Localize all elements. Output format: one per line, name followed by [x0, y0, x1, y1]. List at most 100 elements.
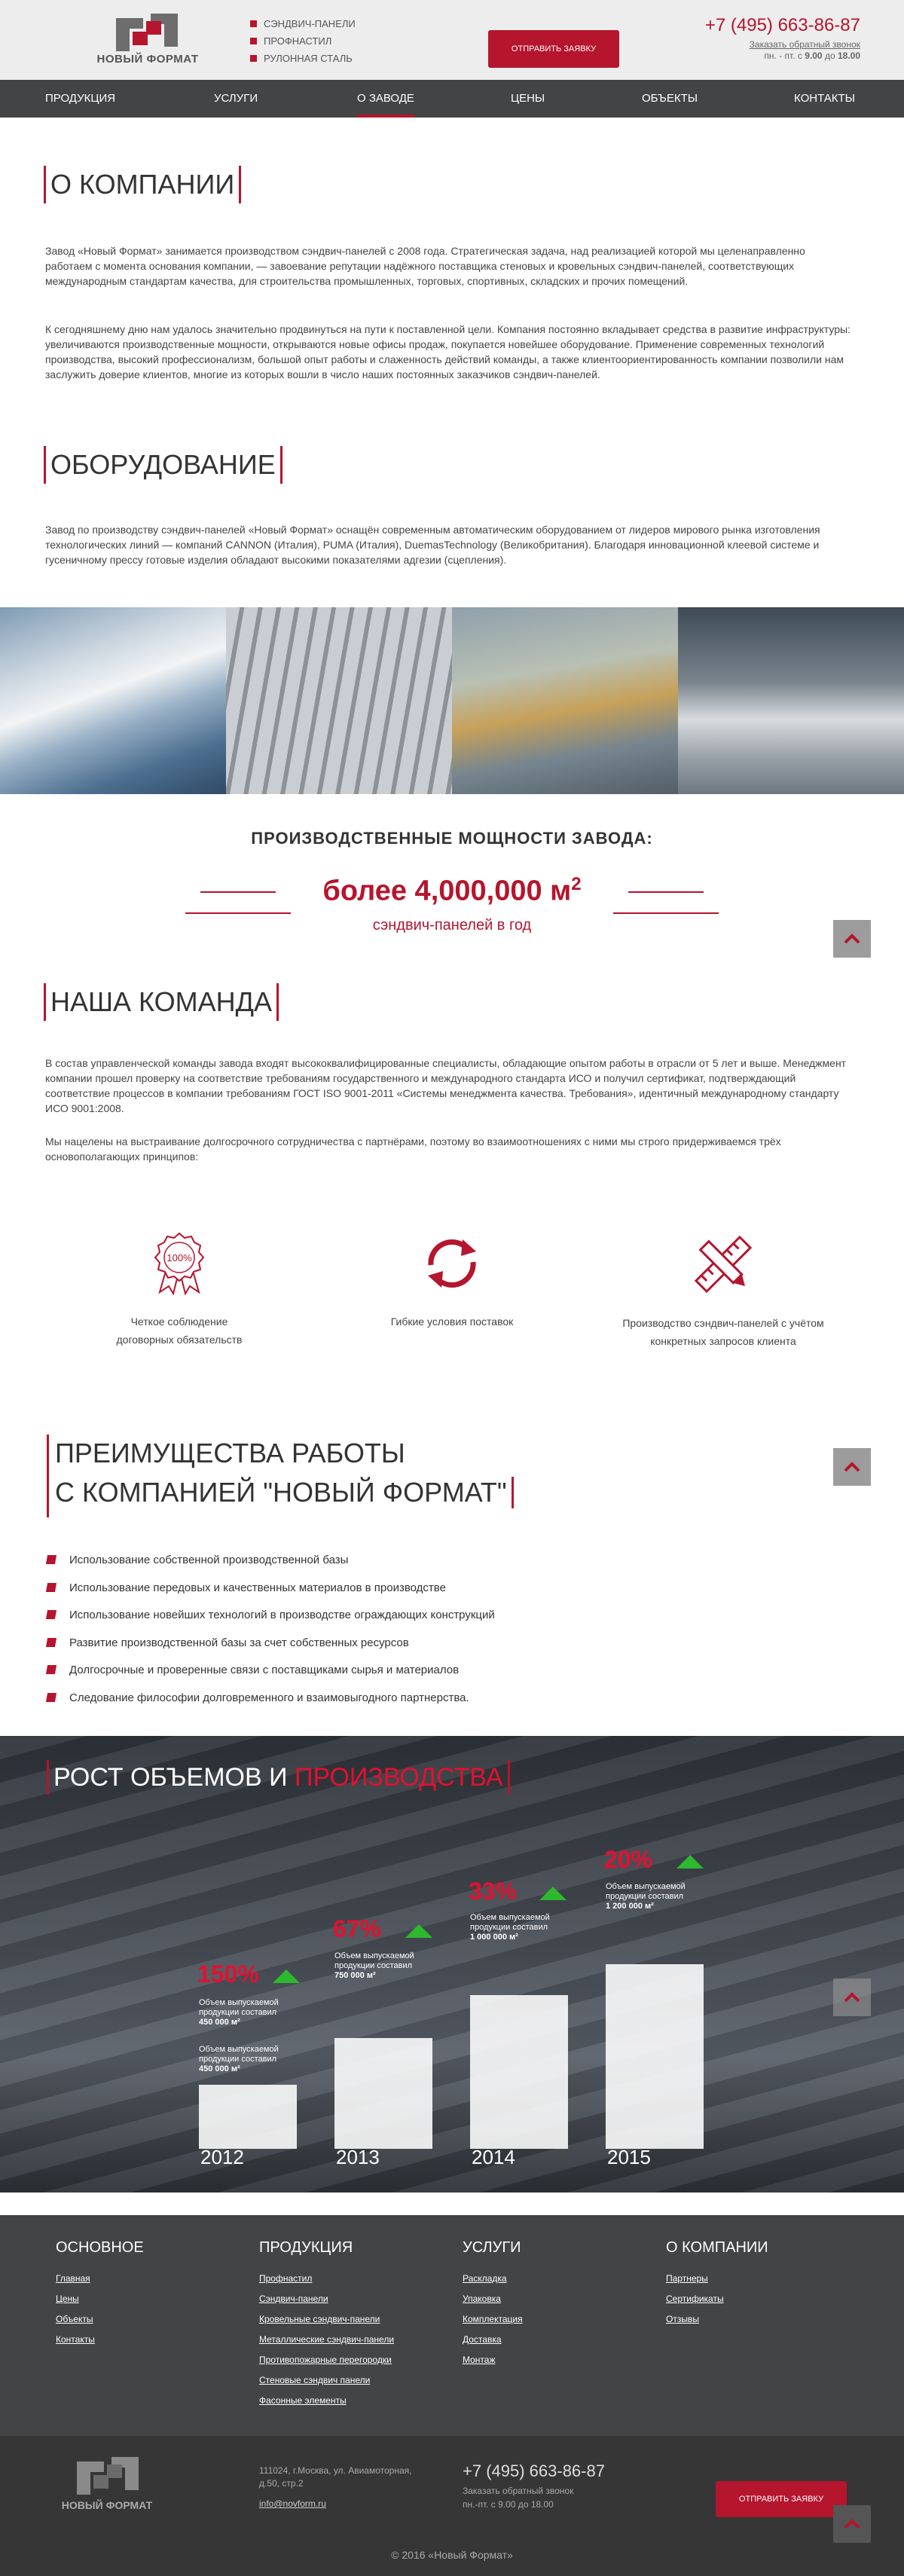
logo[interactable]: НОВЫЙ ФОРМАТ [89, 14, 206, 69]
growth-title: РОСТ ОБЪЕМОВ И ПРОИЗВОДСТВА [47, 1760, 510, 1795]
footer-link[interactable]: Сертификаты [666, 2289, 768, 2309]
header-phone[interactable]: +7 (495) 663-86-87 [705, 15, 860, 36]
growth-pct-2012: 150% [197, 1960, 259, 1988]
nav-contacts[interactable]: КОНТАКТЫ [794, 80, 855, 118]
advantage-item: Использование собственной производственн… [45, 1552, 495, 1580]
footer-link[interactable]: Профнастил [259, 2269, 394, 2289]
work-hours: пн. - пт. с 9.00 до 18.00 [750, 50, 860, 62]
footer-scroll-top-button[interactable] [833, 2505, 871, 2543]
footer-link[interactable]: Монтаж [463, 2350, 523, 2370]
principle-custom: Производство сэндвич-панелей с учётом ко… [603, 1232, 844, 1350]
footer-link[interactable]: Противопожарные перегородки [259, 2350, 394, 2370]
footer-logo[interactable]: НОВЫЙ ФОРМАТ [54, 2457, 160, 2525]
capacity-line-right-2 [613, 912, 719, 914]
footer-col-services: УСЛУГИ Раскладка Упаковка Комплектация Д… [463, 2239, 523, 2370]
header-callback: Заказать обратный звонок пн. - пт. с 9.0… [750, 39, 860, 62]
footer-link[interactable]: Комплектация [463, 2309, 523, 2330]
advantage-item: Использование новейших технологий в прои… [45, 1607, 495, 1635]
growth-bar-2012 [199, 2085, 297, 2149]
equipment-title: ОБОРУДОВАНИЕ [44, 446, 282, 484]
nav-objects[interactable]: ОБЪЕКТЫ [642, 80, 698, 118]
scroll-top-button[interactable] [833, 920, 871, 958]
advantages-title-line-1: ПРЕИМУЩЕСТВА РАБОТЫ [55, 1438, 405, 1468]
growth-caption-text: Объем выпускаемой продукции составил [199, 2045, 279, 2064]
footer-contacts: +7 (495) 663-86-87 Заказать обратный зво… [463, 2461, 605, 2510]
hours-mid: до [824, 50, 835, 61]
footer-links: ОСНОВНОЕ Главная Цены Объекты Контакты П… [0, 2215, 904, 2436]
medal-icon: 100% [154, 1232, 205, 1296]
arrow-up-icon [405, 1924, 432, 1938]
advantages-title: ПРЕИМУЩЕСТВА РАБОТЫ С КОМПАНИЕЙ "НОВЫЙ Ф… [47, 1435, 544, 1517]
top-link-rolled-steel[interactable]: РУЛОННАЯ СТАЛЬ [250, 50, 356, 67]
growth-bar-2013 [334, 2038, 432, 2149]
capacity-value: более 4,000,000 м2 [0, 874, 904, 908]
growth-caption-text: Объем выпускаемой продукции составил [606, 1882, 686, 1901]
footer-link[interactable]: Отзывы [666, 2309, 768, 2330]
team-paragraph-1: В состав управленческой команды завода в… [45, 1057, 847, 1114]
advantages-title-line-2: С КОМПАНИЕЙ "НОВЫЙ ФОРМАТ" [55, 1477, 514, 1508]
top-link-profnastil[interactable]: ПРОФНАСТИЛ [250, 32, 356, 50]
footer-link[interactable]: Доставка [463, 2330, 523, 2350]
advantage-item: Долгосрочные и проверенные связи с поста… [45, 1662, 495, 1690]
arrow-up-icon [273, 1969, 300, 1983]
footer-email[interactable]: info@novform.ru [259, 2498, 411, 2510]
growth-col-2014 [470, 1804, 568, 2149]
footer-send-request-button[interactable]: ОТПРАВИТЬ ЗАЯВКУ [716, 2481, 847, 2517]
footer-phone[interactable]: +7 (495) 663-86-87 [463, 2461, 605, 2481]
hours-from: 9.00 [805, 50, 823, 61]
nav-services[interactable]: УСЛУГИ [214, 80, 258, 118]
footer-link[interactable]: Металлические сэндвич-панели [259, 2330, 394, 2350]
callback-link[interactable]: Заказать обратный звонок [750, 39, 860, 50]
footer-link[interactable]: Стеновые сэндвич панели [259, 2370, 394, 2391]
scroll-top-button-3[interactable] [833, 1979, 871, 2016]
nav-products[interactable]: ПРОДУКЦИЯ [45, 80, 115, 118]
growth-section: РОСТ ОБЪЕМОВ И ПРОИЗВОДСТВА 150% Объем в… [0, 1736, 904, 2193]
address-line-1: 111024, г.Москва, ул. Авиамоторная, [259, 2465, 412, 2476]
footer-col-main: ОСНОВНОЕ Главная Цены Объекты Контакты [56, 2239, 144, 2350]
principle-custom-label: Производство сэндвич-панелей с учётом ко… [622, 1317, 824, 1347]
growth-prev-caption-2012: Объем выпускаемой продукции составил 450 … [199, 2045, 297, 2074]
chevron-up-icon [844, 934, 860, 944]
growth-volume-2014: 1 000 000 м² [470, 1933, 518, 1942]
chevron-up-icon [844, 2519, 860, 2529]
nav-about-plant[interactable]: О ЗАВОДЕ [357, 80, 414, 118]
about-paragraph-2: К сегодняшнему дню нам удалось значитель… [45, 323, 851, 380]
factory-photos [0, 607, 904, 794]
footer-link[interactable]: Цены [56, 2289, 144, 2309]
growth-year-2012: 2012 [200, 2146, 244, 2168]
footer-link[interactable]: Контакты [56, 2330, 144, 2350]
footer-logo-text: НОВЫЙ ФОРМАТ [61, 2499, 153, 2511]
main-nav: ПРОДУКЦИЯ УСЛУГИ О ЗАВОДЕ ЦЕНЫ ОБЪЕКТЫ К… [0, 80, 904, 118]
footer-callback[interactable]: Заказать обратный звонок [463, 2486, 605, 2496]
growth-year-2015: 2015 [607, 2146, 651, 2168]
copyright: © 2016 «Новый Формат» [391, 2549, 513, 2561]
growth-pct-2013: 67% [333, 1915, 382, 1942]
send-request-button[interactable]: ОТПРАВИТЬ ЗАЯВКУ [488, 30, 619, 68]
growth-pct-2015: 20% [604, 1846, 653, 1873]
top-link-sandwich[interactable]: СЭНДВИЧ-ПАНЕЛИ [250, 15, 356, 32]
footer-link[interactable]: Сэндвич-панели [259, 2289, 394, 2309]
team-paragraph-2: Мы нацелены на выстраивание долгосрочног… [45, 1135, 781, 1163]
footer-link[interactable]: Партнеры [666, 2269, 768, 2289]
growth-volume-2012: 450 000 м² [199, 2018, 240, 2027]
growth-volume-2015: 1 200 000 м² [606, 1902, 654, 1911]
footer-hours: пн.-пт. с 9.00 до 18.00 [463, 2499, 554, 2510]
capacity-title: ПРОИЗВОДСТВЕННЫЕ МОЩНОСТИ ЗАВОДА: [251, 829, 653, 848]
footer-link[interactable]: Фасонные элементы [259, 2391, 394, 2411]
footer-link[interactable]: Упаковка [463, 2289, 523, 2309]
growth-caption-2013: Объем выпускаемой продукции составил 750 … [334, 1951, 432, 1981]
top-links: СЭНДВИЧ-ПАНЕЛИ ПРОФНАСТИЛ РУЛОННАЯ СТАЛЬ [250, 15, 356, 67]
nav-prices[interactable]: ЦЕНЫ [511, 80, 545, 118]
arrow-up-icon [539, 1887, 567, 1900]
advantage-item: Развитие производственной базы за счет с… [45, 1635, 495, 1663]
growth-caption-2015: Объем выпускаемой продукции составил 1 20… [606, 1882, 704, 1911]
advantages-title-line-2-text: С КОМПАНИЕЙ "НОВЫЙ ФОРМАТ" [55, 1477, 507, 1508]
scroll-top-button-2[interactable] [833, 1448, 871, 1486]
capacity-unit-power: 2 [571, 874, 582, 894]
footer-link[interactable]: Главная [56, 2269, 144, 2289]
footer-link[interactable]: Раскладка [463, 2269, 523, 2289]
footer-link[interactable]: Объекты [56, 2309, 144, 2330]
exchange-arrows-icon [428, 1239, 476, 1288]
footer-link[interactable]: Кровельные сэндвич-панели [259, 2309, 394, 2330]
logo-mark-icon [77, 2457, 139, 2495]
